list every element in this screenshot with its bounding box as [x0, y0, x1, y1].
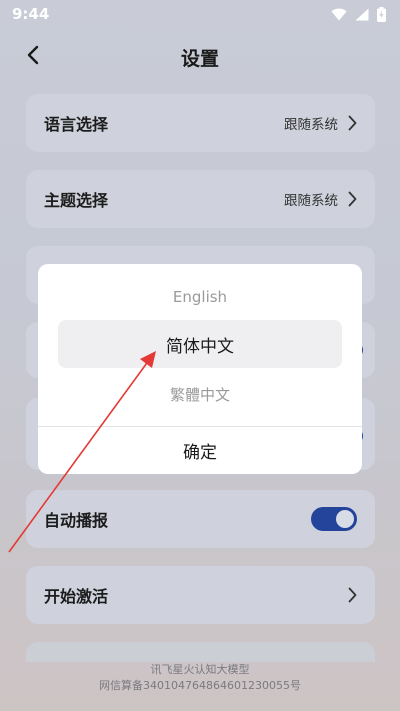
language-value-group: 跟随系统 [284, 113, 357, 133]
status-time: 9:44 [12, 5, 50, 23]
status-bar: 9:44 [0, 0, 400, 28]
chevron-right-icon [348, 191, 357, 207]
cellular-signal-icon [355, 8, 369, 21]
theme-setting-row[interactable]: 主题选择 跟随系统 [26, 170, 375, 228]
theme-value-group: 跟随系统 [284, 189, 357, 209]
chevron-right-icon [348, 115, 357, 131]
language-picker-dialog: English 简体中文 繁體中文 确定 [38, 264, 362, 474]
language-value: 跟随系统 [284, 117, 338, 133]
battery-charging-icon [377, 6, 386, 22]
language-label: 语言选择 [44, 115, 109, 134]
header: 设置 [0, 34, 400, 78]
footer-registration: 网信算备340104764864601230055号 [99, 679, 301, 692]
page-title: 设置 [180, 48, 219, 70]
auto-broadcast-label: 自动播报 [44, 511, 109, 530]
theme-label: 主题选择 [44, 191, 109, 210]
auto-broadcast-row: 自动播报 [26, 490, 375, 548]
option-simplified-chinese[interactable]: 简体中文 [58, 320, 342, 368]
activate-label: 开始激活 [44, 587, 109, 606]
confirm-button[interactable]: 确定 [38, 427, 362, 474]
wifi-icon [331, 8, 347, 21]
footer-model-name: 讯飞星火认知大模型 [150, 663, 250, 676]
auto-broadcast-toggle[interactable] [311, 507, 357, 531]
chevron-right-icon [348, 587, 357, 603]
option-english[interactable]: English [38, 288, 362, 306]
footer: 讯飞星火认知大模型 网信算备340104764864601230055号 [0, 662, 400, 694]
option-traditional-chinese[interactable]: 繁體中文 [38, 384, 362, 405]
partial-row [26, 642, 375, 662]
language-setting-row[interactable]: 语言选择 跟随系统 [26, 94, 375, 152]
activate-row[interactable]: 开始激活 [26, 566, 375, 624]
theme-value: 跟随系统 [284, 193, 338, 209]
status-icons [331, 6, 386, 22]
toggle-knob [336, 510, 354, 528]
